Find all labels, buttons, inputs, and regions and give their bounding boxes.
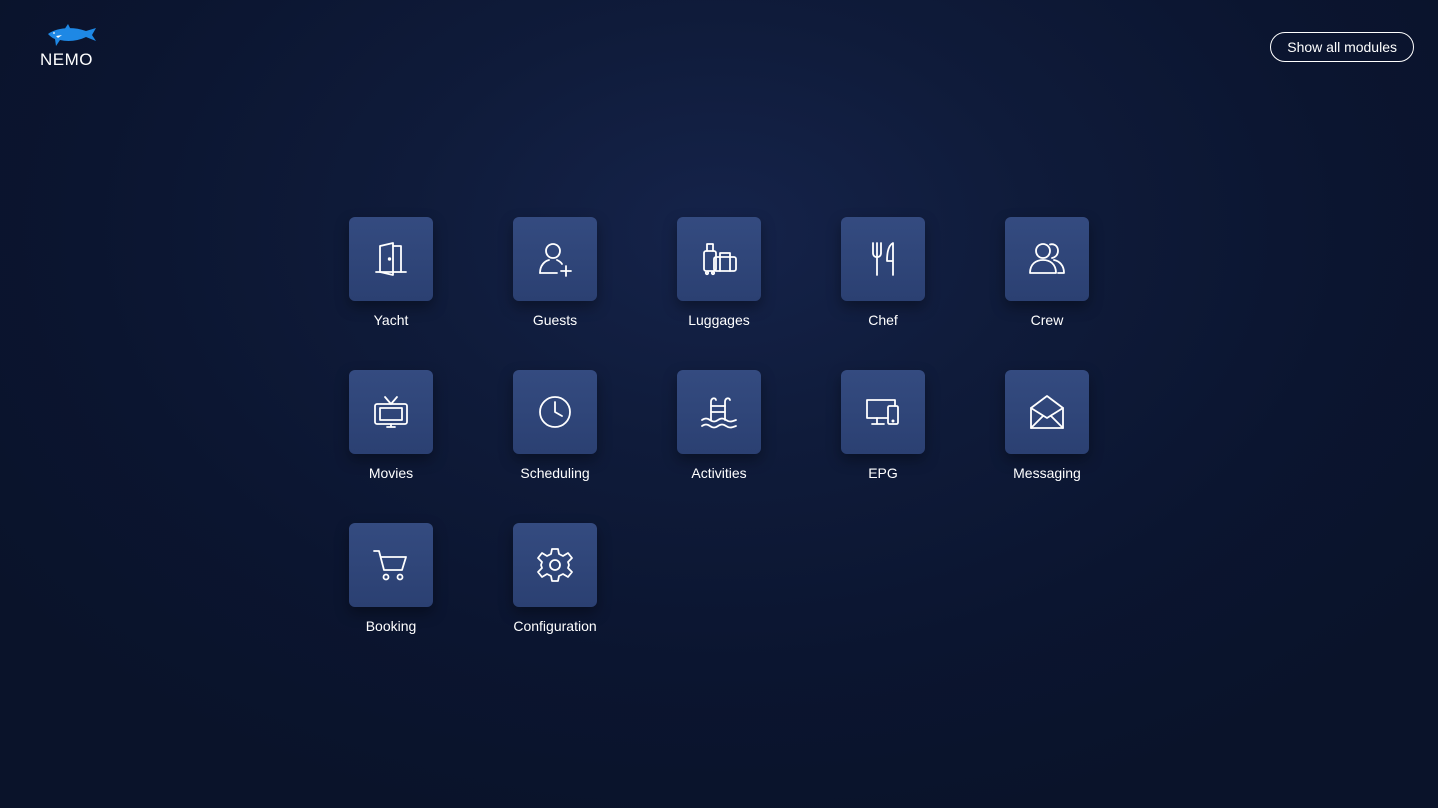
module-label: Guests	[532, 312, 578, 328]
module-chef[interactable]: Chef	[841, 217, 925, 328]
module-yacht[interactable]: Yacht	[349, 217, 433, 328]
module-label: Luggages	[688, 312, 750, 328]
pool-ladder-icon	[701, 397, 737, 429]
module-tile	[513, 370, 597, 454]
module-label: Yacht	[373, 312, 409, 328]
module-tile	[349, 217, 433, 301]
module-tile	[677, 370, 761, 454]
module-label: EPG	[868, 465, 898, 481]
module-crew[interactable]: Crew	[1005, 217, 1089, 328]
shark-logo-icon	[48, 24, 96, 46]
module-tile	[349, 523, 433, 607]
module-label: Chef	[868, 312, 898, 328]
gear-icon	[537, 548, 573, 582]
module-label: Scheduling	[520, 465, 590, 481]
module-guests[interactable]: Guests	[513, 217, 597, 328]
luggage-icon	[703, 243, 737, 276]
show-all-modules-button[interactable]: Show all modules	[1270, 32, 1414, 62]
module-tile	[1005, 217, 1089, 301]
modules-grid: Yacht Guests Luggages Chef Crew Movies S…	[349, 217, 1089, 634]
nemo-logo[interactable]: NEMO	[38, 24, 110, 70]
module-label: Messaging	[1013, 465, 1081, 481]
module-luggages[interactable]: Luggages	[677, 217, 761, 328]
user-add-icon	[539, 243, 572, 277]
door-icon	[375, 242, 407, 276]
module-tile	[677, 217, 761, 301]
module-tile	[513, 523, 597, 607]
devices-icon	[866, 399, 899, 425]
cart-icon	[373, 550, 407, 581]
users-icon	[1029, 243, 1065, 274]
module-booking[interactable]: Booking	[349, 523, 433, 634]
module-activities[interactable]: Activities	[677, 370, 761, 481]
module-movies[interactable]: Movies	[349, 370, 433, 481]
module-scheduling[interactable]: Scheduling	[513, 370, 597, 481]
module-label: Activities	[691, 465, 747, 481]
logo-text: NEMO	[40, 50, 93, 69]
module-tile	[841, 217, 925, 301]
module-label: Movies	[368, 465, 414, 481]
envelope-open-icon	[1030, 395, 1064, 429]
module-label: Configuration	[513, 618, 597, 634]
module-label: Crew	[1030, 312, 1064, 328]
module-tile	[841, 370, 925, 454]
module-tile	[513, 217, 597, 301]
module-messaging[interactable]: Messaging	[1005, 370, 1089, 481]
tv-icon	[374, 396, 408, 428]
clock-icon	[539, 396, 571, 428]
module-epg[interactable]: EPG	[841, 370, 925, 481]
module-configuration[interactable]: Configuration	[513, 523, 597, 634]
module-label: Booking	[365, 618, 417, 634]
module-tile	[1005, 370, 1089, 454]
module-tile	[349, 370, 433, 454]
fork-knife-icon	[872, 242, 894, 276]
